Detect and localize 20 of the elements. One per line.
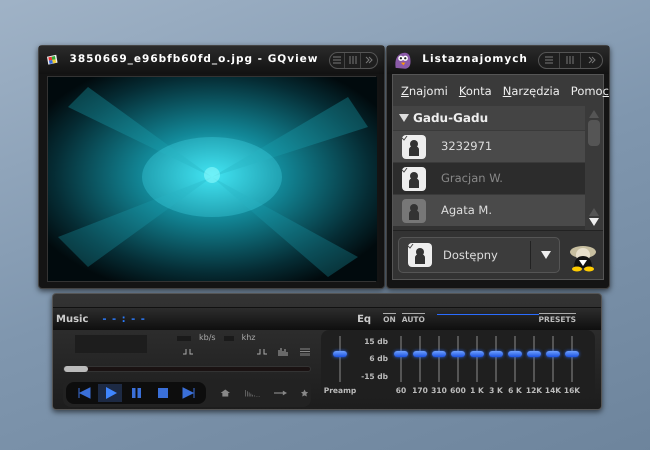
contact-name: 3232971 (441, 138, 492, 156)
contact-row[interactable]: Gracjan W. (393, 162, 585, 194)
status-dropdown[interactable]: Dostępny (398, 237, 560, 274)
window-title: 3850669_e96bfb60fd_o.jpg - GQview (70, 52, 318, 68)
menu-item[interactable]: Znajomi (401, 83, 448, 100)
menu-item[interactable]: Konta (458, 83, 492, 100)
contact-name: Gracjan W. (441, 170, 503, 188)
contact-row[interactable]: 3232971 (393, 130, 585, 162)
time-display: - - : - - (102, 312, 147, 326)
bitrate-unit: kb/s (199, 332, 216, 344)
group-name: Gadu-Gadu (413, 110, 488, 128)
contact-row[interactable]: Agata M. (393, 194, 585, 226)
samplerate-unit: khz (242, 332, 256, 344)
window-title: Listaznajomych (422, 52, 528, 68)
music-label: Music (56, 312, 88, 326)
menu-item[interactable]: Pomoc (570, 83, 609, 100)
contact-name: Agata M. (441, 202, 492, 220)
group-header[interactable]: Gadu-Gadu (393, 106, 585, 130)
eq-label: Eq (357, 312, 372, 326)
menu-item[interactable]: Narzędzia (502, 83, 560, 100)
